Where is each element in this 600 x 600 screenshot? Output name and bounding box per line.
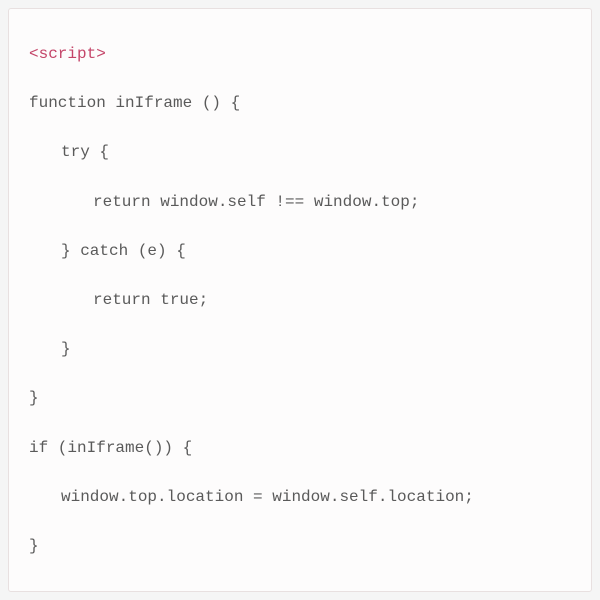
code-line-inner-close: }	[29, 332, 571, 367]
code-line-try: try {	[29, 135, 571, 170]
code-line-catch: } catch (e) {	[29, 234, 571, 269]
code-block-container: <script> function inIframe () { try { re…	[8, 8, 592, 592]
code-line-return-true: return true;	[29, 283, 571, 318]
code-line-if-close: }	[29, 529, 571, 564]
code-line-return-compare: return window.self !== window.top;	[29, 185, 571, 220]
code-line-if: if (inIframe()) {	[29, 431, 571, 466]
code-line-location: window.top.location = window.self.locati…	[29, 480, 571, 515]
code-line-function-decl: function inIframe () {	[29, 86, 571, 121]
code-line-function-close: }	[29, 381, 571, 416]
code-line-script-open: <script>	[29, 37, 571, 72]
